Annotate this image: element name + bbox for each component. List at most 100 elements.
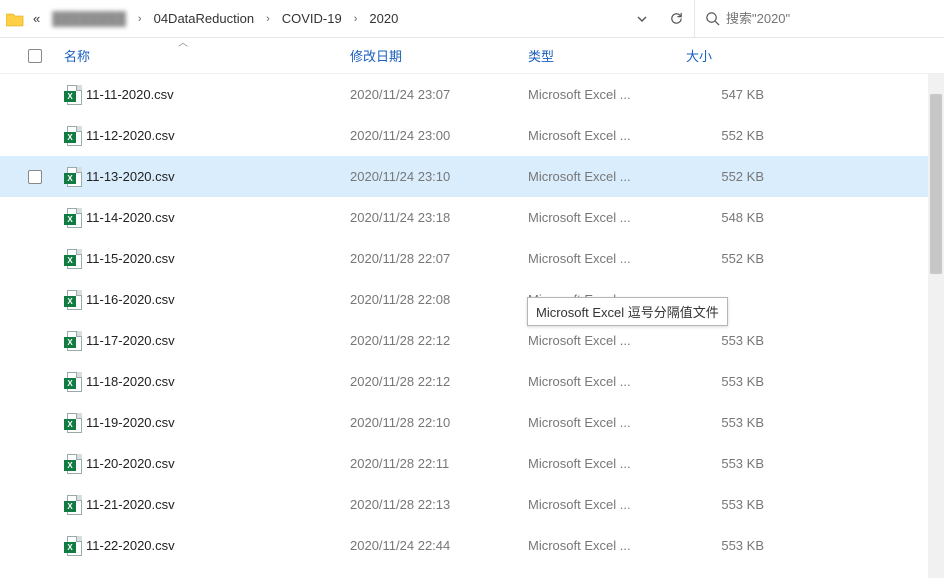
column-headers: 名称 ︿ 修改日期 类型 大小 <box>0 38 944 74</box>
excel-csv-icon: X <box>64 372 86 392</box>
file-size: 552 KB <box>686 251 776 266</box>
breadcrumb-overflow[interactable]: « <box>28 7 45 30</box>
refresh-button[interactable] <box>666 9 686 29</box>
chevron-right-icon[interactable]: › <box>349 9 363 29</box>
file-row[interactable]: X 11-14-2020.csv 2020/11/24 23:18 Micros… <box>0 197 928 238</box>
column-header-label: 名称 <box>64 49 90 64</box>
file-date: 2020/11/24 23:07 <box>350 87 528 102</box>
file-size: 548 KB <box>686 210 776 225</box>
file-type: Microsoft Excel ... <box>528 251 686 266</box>
excel-csv-icon: X <box>64 290 86 310</box>
file-size: 553 KB <box>686 538 776 553</box>
file-row[interactable]: X 11-22-2020.csv 2020/11/24 22:44 Micros… <box>0 525 928 566</box>
breadcrumb-item-3[interactable]: 2020 <box>364 7 403 30</box>
row-checkbox[interactable] <box>28 498 64 512</box>
history-dropdown-button[interactable] <box>632 9 652 29</box>
excel-csv-icon: X <box>64 85 86 105</box>
file-size: 553 KB <box>686 497 776 512</box>
file-type: Microsoft Excel ... <box>528 210 686 225</box>
file-type: Microsoft Excel ... <box>528 497 686 512</box>
file-type: Microsoft Excel ... <box>528 333 686 348</box>
row-checkbox[interactable] <box>28 539 64 553</box>
file-row[interactable]: X 11-19-2020.csv 2020/11/28 22:10 Micros… <box>0 402 928 443</box>
row-checkbox[interactable] <box>28 375 64 389</box>
folder-icon <box>6 10 24 28</box>
file-row[interactable]: X 11-20-2020.csv 2020/11/28 22:11 Micros… <box>0 443 928 484</box>
search-icon <box>705 11 720 26</box>
row-checkbox[interactable] <box>28 457 64 471</box>
file-name: 11-19-2020.csv <box>86 415 350 430</box>
file-type: Microsoft Excel ... <box>528 87 686 102</box>
breadcrumb-item-2[interactable]: COVID-19 <box>277 7 347 30</box>
file-row[interactable]: X 11-13-2020.csv 2020/11/24 23:10 Micros… <box>0 156 928 197</box>
excel-csv-icon: X <box>64 495 86 515</box>
file-name: 11-13-2020.csv <box>86 169 350 184</box>
file-list: X 11-11-2020.csv 2020/11/24 23:07 Micros… <box>0 74 944 578</box>
type-tooltip: Microsoft Excel 逗号分隔值文件 <box>527 297 728 326</box>
file-type: Microsoft Excel ... <box>528 169 686 184</box>
select-all-checkbox[interactable] <box>28 49 64 63</box>
scrollbar-vertical[interactable] <box>928 74 944 578</box>
file-date: 2020/11/24 23:00 <box>350 128 528 143</box>
file-row[interactable]: X 11-11-2020.csv 2020/11/24 23:07 Micros… <box>0 74 928 115</box>
excel-csv-icon: X <box>64 536 86 556</box>
row-checkbox[interactable] <box>28 170 64 184</box>
file-row[interactable]: X 11-17-2020.csv 2020/11/28 22:12 Micros… <box>0 320 928 361</box>
file-date: 2020/11/28 22:08 <box>350 292 528 307</box>
file-date: 2020/11/24 22:44 <box>350 538 528 553</box>
file-name: 11-12-2020.csv <box>86 128 350 143</box>
row-checkbox[interactable] <box>28 252 64 266</box>
excel-csv-icon: X <box>64 331 86 351</box>
column-header-date[interactable]: 修改日期 <box>350 46 528 65</box>
file-size: 552 KB <box>686 128 776 143</box>
row-checkbox[interactable] <box>28 88 64 102</box>
file-row[interactable]: X 11-12-2020.csv 2020/11/24 23:00 Micros… <box>0 115 928 156</box>
file-name: 11-14-2020.csv <box>86 210 350 225</box>
file-size: 553 KB <box>686 333 776 348</box>
file-name: 11-21-2020.csv <box>86 497 350 512</box>
file-date: 2020/11/24 23:10 <box>350 169 528 184</box>
chevron-right-icon[interactable]: › <box>133 9 147 29</box>
address-bar: « ████████ › 04DataReduction › COVID-19 … <box>0 0 944 38</box>
file-date: 2020/11/28 22:12 <box>350 374 528 389</box>
breadcrumb-item-root[interactable]: ████████ <box>47 7 131 30</box>
breadcrumb[interactable]: « ████████ › 04DataReduction › COVID-19 … <box>28 7 624 30</box>
excel-csv-icon: X <box>64 249 86 269</box>
breadcrumb-item-1[interactable]: 04DataReduction <box>149 7 259 30</box>
row-checkbox[interactable] <box>28 416 64 430</box>
column-header-name[interactable]: 名称 ︿ <box>64 46 350 65</box>
column-header-type[interactable]: 类型 <box>528 46 686 65</box>
row-checkbox[interactable] <box>28 129 64 143</box>
file-type: Microsoft Excel ... <box>528 374 686 389</box>
file-type: Microsoft Excel ... <box>528 415 686 430</box>
row-checkbox[interactable] <box>28 334 64 348</box>
file-name: 11-15-2020.csv <box>86 251 350 266</box>
file-row[interactable]: X 11-18-2020.csv 2020/11/28 22:12 Micros… <box>0 361 928 402</box>
file-date: 2020/11/28 22:11 <box>350 456 528 471</box>
search-input[interactable] <box>726 11 934 26</box>
chevron-right-icon[interactable]: › <box>261 9 275 29</box>
file-size: 552 KB <box>686 169 776 184</box>
file-date: 2020/11/28 22:13 <box>350 497 528 512</box>
file-row[interactable]: X 11-21-2020.csv 2020/11/28 22:13 Micros… <box>0 484 928 525</box>
row-checkbox[interactable] <box>28 293 64 307</box>
file-name: 11-11-2020.csv <box>86 87 350 102</box>
search-box[interactable] <box>694 0 944 37</box>
file-size: 553 KB <box>686 456 776 471</box>
column-header-size[interactable]: 大小 <box>686 46 776 65</box>
file-name: 11-18-2020.csv <box>86 374 350 389</box>
excel-csv-icon: X <box>64 167 86 187</box>
file-size: 553 KB <box>686 374 776 389</box>
file-name: 11-16-2020.csv <box>86 292 350 307</box>
scrollbar-thumb[interactable] <box>930 94 942 274</box>
excel-csv-icon: X <box>64 208 86 228</box>
file-row[interactable]: X 11-16-2020.csv 2020/11/28 22:08 Micros… <box>0 279 928 320</box>
file-date: 2020/11/28 22:12 <box>350 333 528 348</box>
file-size: 553 KB <box>686 415 776 430</box>
sort-caret-icon: ︿ <box>178 34 188 49</box>
excel-csv-icon: X <box>64 126 86 146</box>
file-name: 11-22-2020.csv <box>86 538 350 553</box>
row-checkbox[interactable] <box>28 211 64 225</box>
file-row[interactable]: X 11-15-2020.csv 2020/11/28 22:07 Micros… <box>0 238 928 279</box>
excel-csv-icon: X <box>64 413 86 433</box>
